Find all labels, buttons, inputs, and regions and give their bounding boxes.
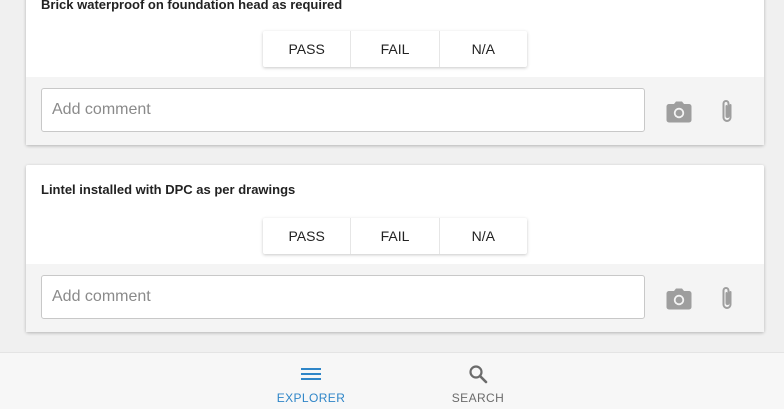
na-button[interactable]: N/A [440, 31, 527, 67]
checklist-item-title: Lintel installed with DPC as per drawing… [41, 182, 296, 197]
pass-button[interactable]: PASS [263, 218, 352, 254]
comment-row [26, 77, 764, 145]
camera-icon[interactable] [665, 285, 693, 313]
pass-button[interactable]: PASS [263, 31, 352, 67]
paperclip-icon[interactable] [713, 285, 741, 313]
bottom-navigation: EXPLORER SEARCH [0, 352, 784, 409]
fail-button[interactable]: FAIL [351, 31, 440, 67]
checklist-card: Brick waterproof on foundation head as r… [26, 0, 764, 145]
search-icon [468, 363, 488, 385]
checklist-item-title: Brick waterproof on foundation head as r… [41, 0, 343, 12]
na-button[interactable]: N/A [440, 218, 527, 254]
nav-explorer-label: EXPLORER [276, 391, 346, 405]
nav-search[interactable]: SEARCH [433, 353, 523, 409]
fail-button[interactable]: FAIL [351, 218, 440, 254]
result-segmented-control: PASS FAIL N/A [263, 31, 527, 67]
comment-input[interactable] [41, 88, 645, 132]
camera-icon[interactable] [665, 98, 693, 126]
result-segmented-control: PASS FAIL N/A [263, 218, 527, 254]
comment-input[interactable] [41, 275, 645, 319]
nav-search-label: SEARCH [451, 391, 505, 405]
nav-explorer[interactable]: EXPLORER [266, 353, 356, 409]
paperclip-icon[interactable] [713, 98, 741, 126]
checklist-card: Lintel installed with DPC as per drawing… [26, 165, 764, 332]
menu-icon [301, 363, 321, 385]
comment-row [26, 264, 764, 332]
